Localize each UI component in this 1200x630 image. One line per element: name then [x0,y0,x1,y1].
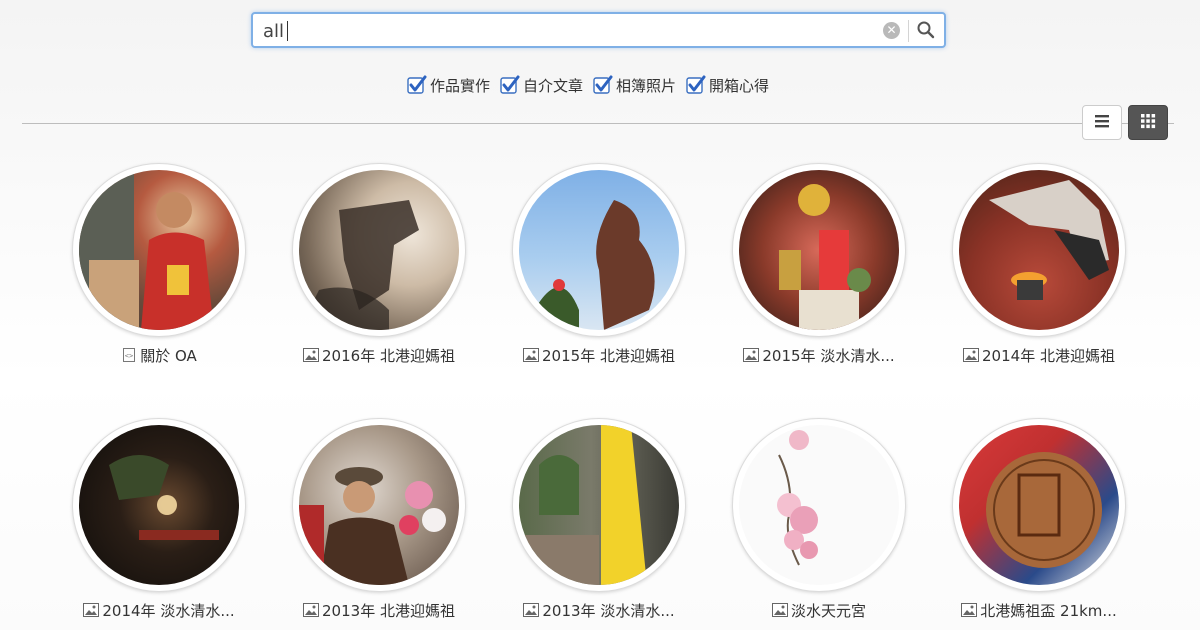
item-caption[interactable]: 2015年 北港迎媽祖 [499,345,699,366]
image-icon [961,603,978,617]
item-caption[interactable]: 淡水天元宮 [719,600,919,621]
checkbox-checked-icon[interactable] [686,75,706,95]
list-view-button[interactable] [1082,105,1122,140]
item-title: 2014年 北港迎媽祖 [982,347,1115,365]
article-icon: <> [121,348,137,362]
item-thumbnail[interactable] [732,163,906,337]
filter-unboxing[interactable]: 開箱心得 [686,75,769,96]
filter-works[interactable]: 作品實作 [407,75,490,96]
image-icon [963,348,980,362]
item-title: 關於 OA [140,347,197,365]
item-caption[interactable]: 北港媽祖盃 21km... [939,600,1139,621]
image-icon [303,348,320,362]
image-icon [523,348,540,362]
item-thumbnail[interactable] [292,163,466,337]
item-card[interactable]: 2014年 淡水清水... [59,418,259,628]
filter-label: 開箱心得 [709,76,770,95]
svg-text:<>: <> [125,352,133,360]
filter-label: 相簿照片 [616,76,677,95]
item-title: 淡水天元宮 [790,602,866,620]
filter-albums[interactable]: 相簿照片 [593,75,676,96]
filter-articles[interactable]: 自介文章 [500,75,583,96]
item-card[interactable]: 2016年 北港迎媽祖 [279,163,479,373]
search-icon[interactable] [915,19,937,41]
item-title: 2016年 北港迎媽祖 [322,347,455,365]
filter-label: 作品實作 [430,76,491,95]
item-title: 2015年 淡水清水... [762,347,895,365]
image-icon [743,348,760,362]
section-divider [22,123,1174,124]
image-icon [83,603,100,617]
item-caption[interactable]: 2013年 淡水清水... [499,600,699,621]
item-card[interactable]: 北港媽祖盃 21km... [939,418,1139,628]
item-thumbnail[interactable] [292,418,466,592]
search-input[interactable] [263,20,863,42]
item-card[interactable]: 2013年 淡水清水... [499,418,699,628]
item-caption[interactable]: <> 關於 OA [59,345,259,366]
grid-view-button[interactable] [1128,105,1168,140]
item-caption[interactable]: 2016年 北港迎媽祖 [279,345,479,366]
item-card[interactable]: 2015年 淡水清水... [719,163,919,373]
item-card[interactable]: 2014年 北港迎媽祖 [939,163,1139,373]
checkbox-checked-icon[interactable] [593,75,613,95]
image-icon [771,603,788,617]
item-thumbnail[interactable] [512,418,686,592]
item-caption[interactable]: 2015年 淡水清水... [719,345,919,366]
item-thumbnail[interactable] [512,163,686,337]
image-icon [523,603,540,617]
item-thumbnail[interactable] [952,163,1126,337]
item-title: 2013年 淡水清水... [542,602,675,620]
filter-bar: 作品實作 自介文章 相簿照片 開箱心得 [407,73,769,97]
item-card[interactable]: 2013年 北港迎媽祖 [279,418,479,628]
item-card[interactable]: 淡水天元宮 [719,418,919,628]
search-box: ✕ [251,12,946,48]
item-thumbnail[interactable] [732,418,906,592]
filter-label: 自介文章 [523,76,584,95]
checkbox-checked-icon[interactable] [407,75,427,95]
item-thumbnail[interactable] [72,418,246,592]
item-thumbnail[interactable] [952,418,1126,592]
item-card[interactable]: 2015年 北港迎媽祖 [499,163,699,373]
item-title: 2014年 淡水清水... [102,602,235,620]
checkbox-checked-icon[interactable] [500,75,520,95]
item-thumbnail[interactable] [72,163,246,337]
item-title: 北港媽祖盃 21km... [980,602,1117,620]
item-caption[interactable]: 2014年 淡水清水... [59,600,259,621]
item-caption[interactable]: 2014年 北港迎媽祖 [939,345,1139,366]
item-title: 2013年 北港迎媽祖 [322,602,455,620]
item-title: 2015年 北港迎媽祖 [542,347,675,365]
image-icon [303,603,320,617]
clear-icon[interactable]: ✕ [883,22,900,39]
grid-view-icon [1139,112,1157,134]
item-caption[interactable]: 2013年 北港迎媽祖 [279,600,479,621]
item-card[interactable]: <> 關於 OA [59,163,259,373]
list-view-icon [1093,113,1111,133]
text-caret [287,21,288,41]
search-divider [908,20,909,42]
